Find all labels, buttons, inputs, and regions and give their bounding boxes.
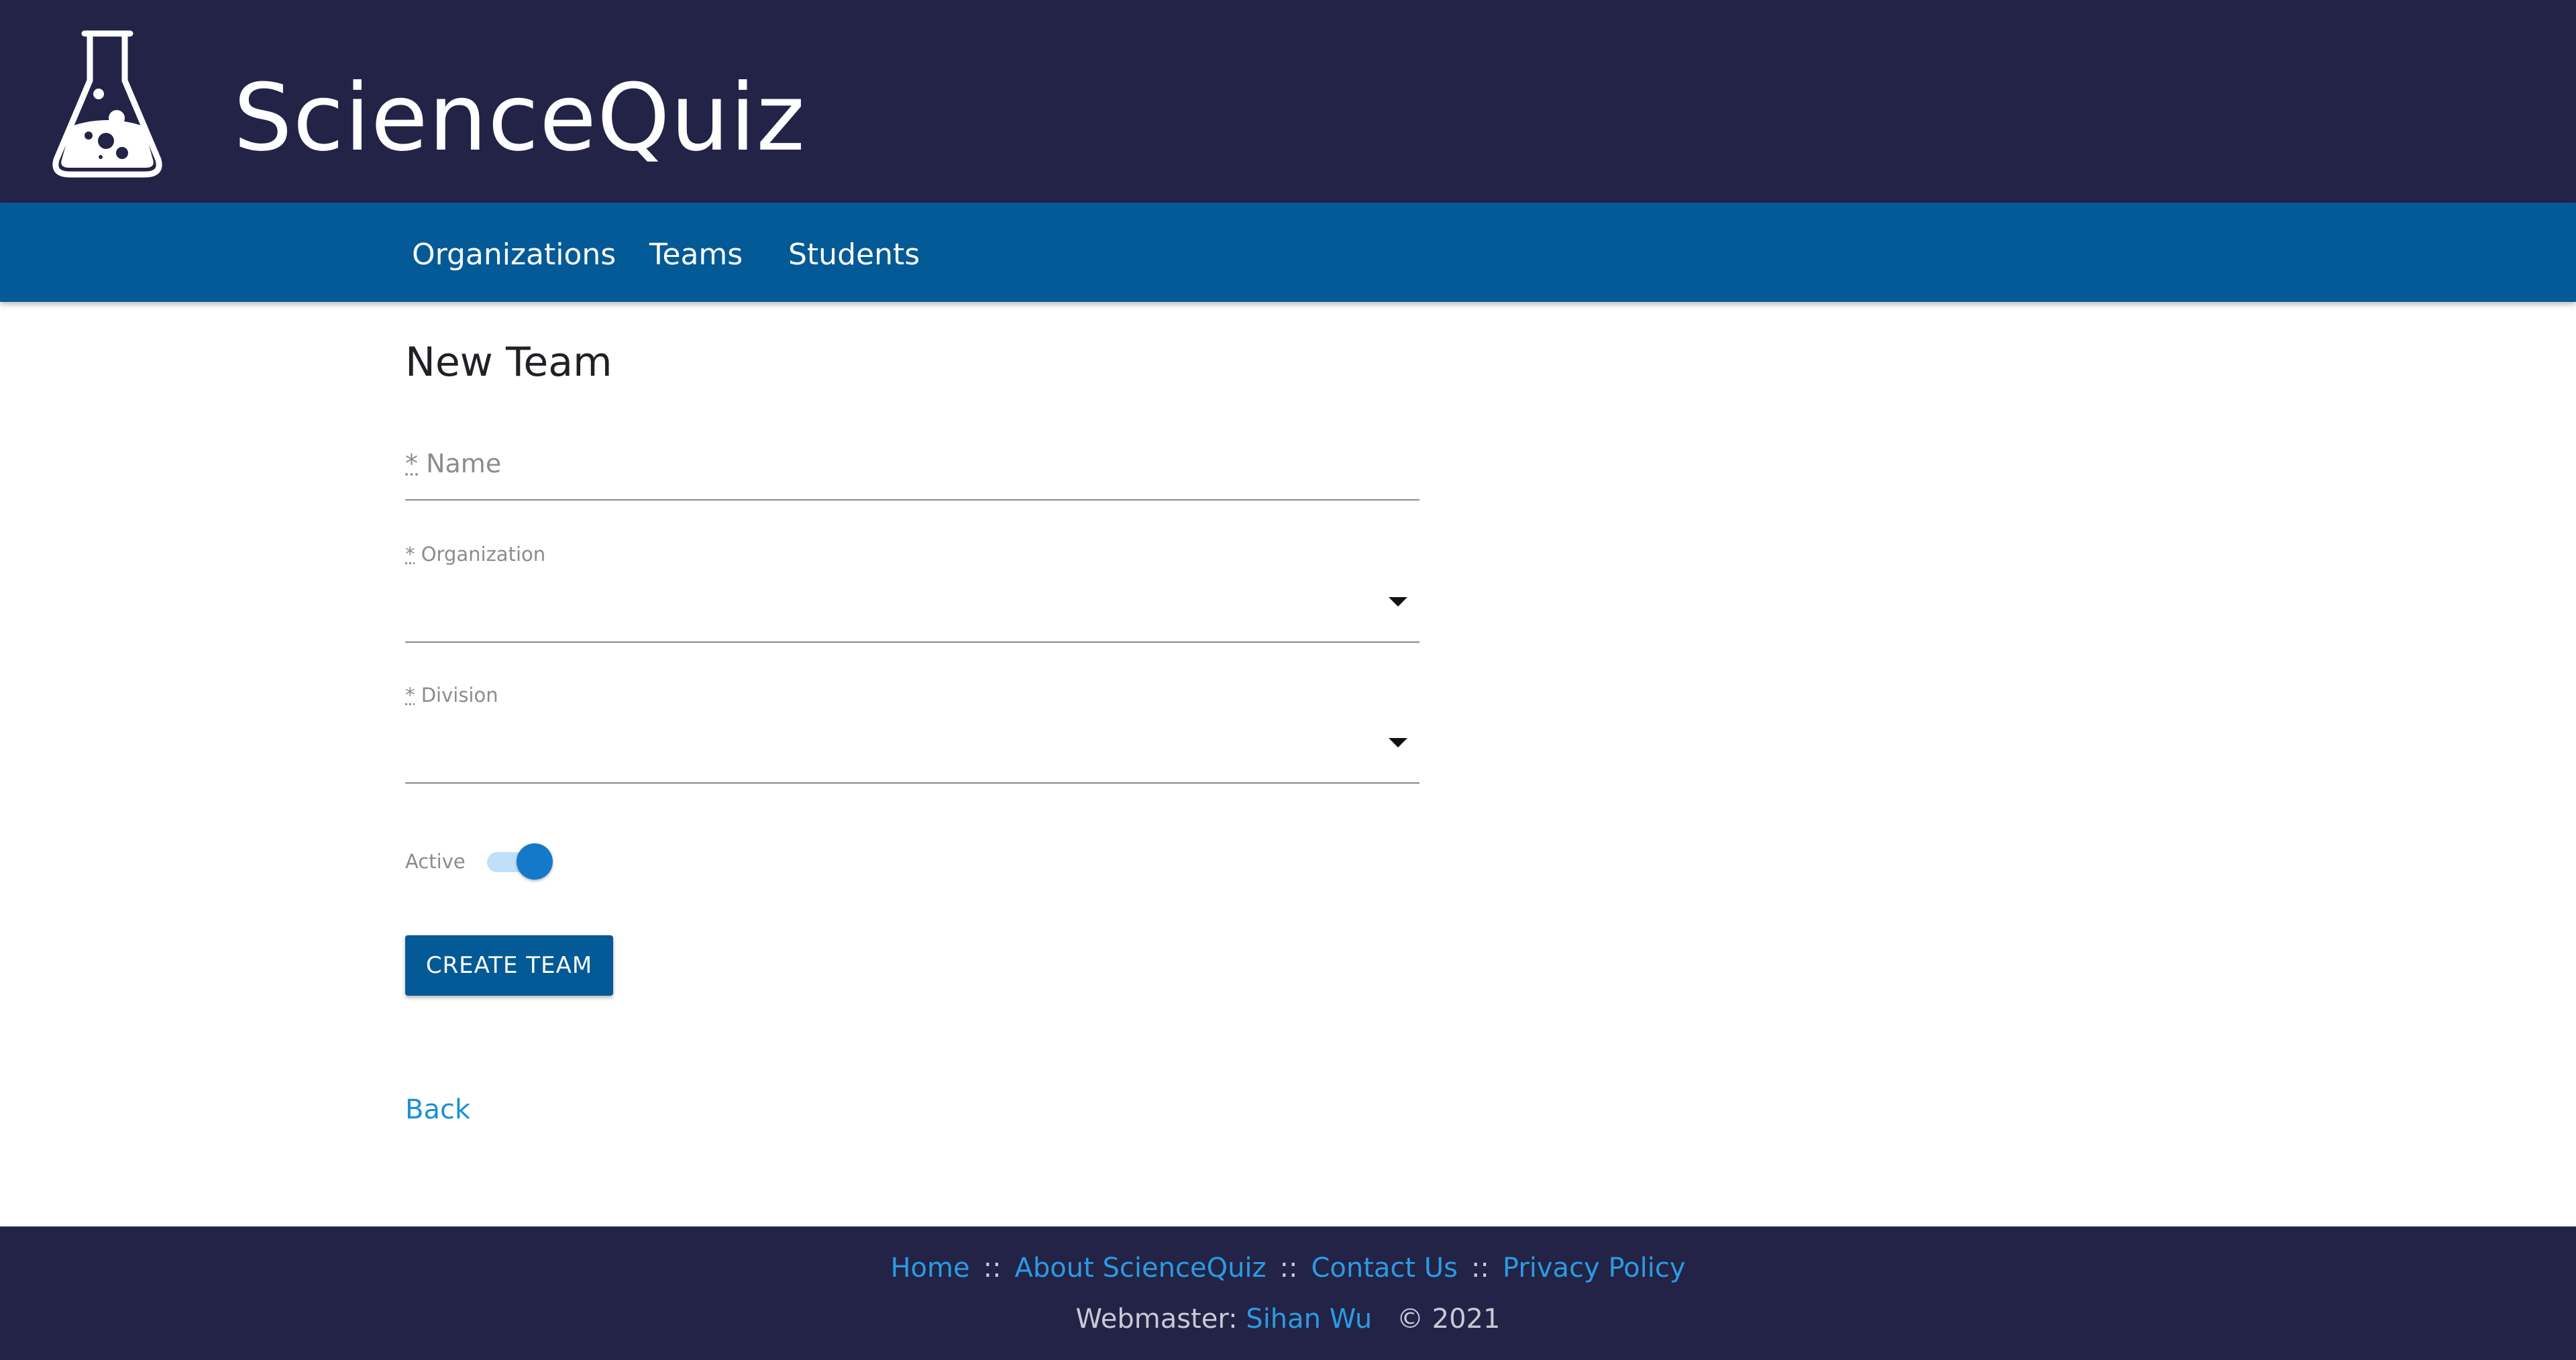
footer-separator: :: [983, 1253, 1002, 1284]
organization-underline [405, 641, 1419, 643]
chevron-down-icon[interactable] [1389, 738, 1407, 747]
create-team-button[interactable]: CREATE TEAM [405, 935, 613, 996]
main-nav: Organizations Teams Students [0, 203, 2576, 302]
footer-separator: :: [1279, 1253, 1298, 1284]
copyright-text: © 2021 [1396, 1304, 1501, 1335]
division-label: * Division [405, 684, 498, 707]
webmaster-label: Webmaster: [1075, 1304, 1238, 1335]
division-select[interactable]: * Division [405, 683, 1419, 784]
active-label: Active [405, 850, 466, 873]
division-underline [405, 782, 1419, 784]
name-placeholder: * Name [405, 449, 502, 478]
flask-icon [52, 30, 162, 178]
chevron-down-icon[interactable] [1389, 597, 1407, 607]
back-link[interactable]: Back [405, 1094, 470, 1126]
footer-link-contact[interactable]: Contact Us [1311, 1253, 1457, 1284]
organization-select[interactable]: * Organization [405, 542, 1419, 643]
toggle-knob[interactable] [517, 843, 553, 880]
webmaster-link[interactable]: Sihan Wu [1246, 1304, 1372, 1335]
main-content: New Team * Name * Organization * Divisio… [0, 302, 2576, 1226]
required-marker: * [405, 543, 415, 566]
brand-title[interactable]: ScienceQuiz [233, 64, 806, 172]
required-marker: * [405, 684, 415, 707]
nav-item-teams[interactable]: Teams [649, 236, 743, 274]
organization-label: * Organization [405, 543, 546, 566]
name-field[interactable]: * Name [405, 436, 1419, 501]
active-toggle[interactable] [487, 841, 554, 882]
site-footer: Home:: About ScienceQuiz:: Contact Us:: Pri… [0, 1226, 2576, 1360]
nav-item-students[interactable]: Students [788, 236, 920, 274]
footer-link-about[interactable]: About ScienceQuiz [1015, 1253, 1267, 1284]
nav-item-organizations[interactable]: Organizations [412, 236, 616, 274]
footer-link-home[interactable]: Home [890, 1253, 969, 1284]
name-underline [405, 499, 1419, 501]
footer-credit: Webmaster: Sihan Wu © 2021 [0, 1302, 2576, 1337]
footer-link-privacy[interactable]: Privacy Policy [1503, 1253, 1686, 1284]
footer-separator: :: [1470, 1253, 1489, 1284]
required-marker: * [405, 449, 418, 478]
page-title: New Team [405, 339, 612, 386]
site-header: ScienceQuiz [0, 0, 2576, 203]
footer-links: Home:: About ScienceQuiz:: Contact Us:: Pri… [0, 1251, 2576, 1286]
